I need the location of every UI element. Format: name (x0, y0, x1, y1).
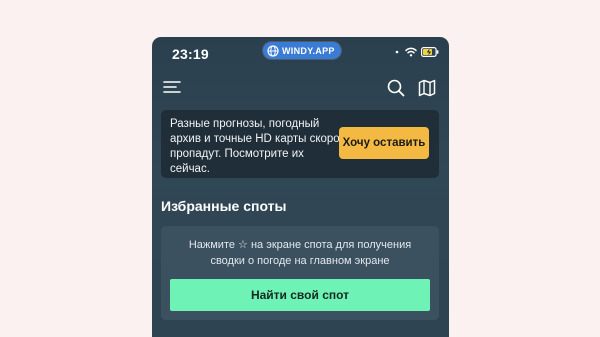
status-icons (393, 47, 439, 57)
banner-text: Разные прогнозы, погодный архив и точные… (170, 118, 340, 175)
deprecation-banner: Разные прогнозы, погодный архив и точные… (161, 110, 439, 178)
phone-screen: 23:19 WINDY.APP Разные прогнозы, погодны… (152, 37, 449, 337)
app-badge-label: WINDY.APP (282, 45, 335, 56)
status-time: 23:19 (172, 46, 209, 62)
map-icon[interactable] (418, 79, 436, 97)
favorites-title: Избранные споты (161, 198, 287, 214)
battery-charging-icon (421, 47, 439, 57)
keep-features-button[interactable]: Хочу оставить (339, 127, 429, 159)
search-icon[interactable] (387, 79, 405, 97)
menu-icon[interactable] (163, 80, 181, 94)
globe-icon (267, 44, 279, 57)
wifi-icon (405, 47, 417, 57)
favorites-hint: Нажмите ☆ на экране спота для получения … (188, 239, 412, 267)
favorites-empty-card: Нажмите ☆ на экране спота для получения … (161, 226, 439, 320)
find-spot-button[interactable]: Найти свой спот (170, 279, 430, 311)
signal-dots-icon (395, 50, 399, 54)
app-badge[interactable]: WINDY.APP (263, 42, 341, 59)
